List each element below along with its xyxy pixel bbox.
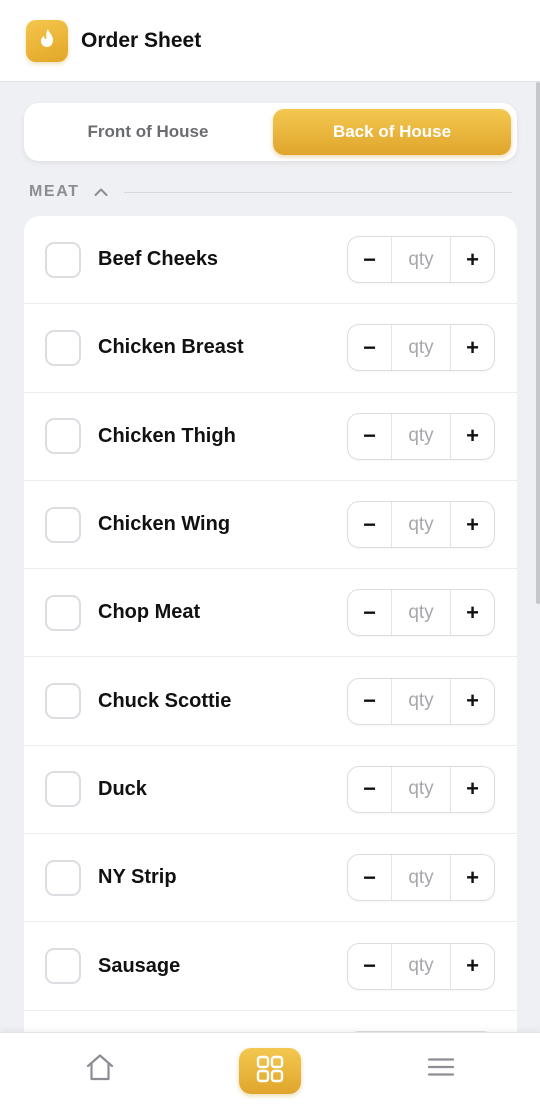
decrement-button[interactable]: −: [348, 237, 391, 282]
qty-input[interactable]: [391, 237, 451, 283]
section-divider: [123, 191, 512, 193]
item-name: Sausage: [98, 954, 181, 977]
item-name: Chicken Wing: [98, 513, 231, 536]
decrement-button[interactable]: −: [348, 502, 391, 547]
increment-button[interactable]: +: [451, 414, 494, 459]
section-header-meat[interactable]: MEAT: [29, 180, 512, 204]
list-item: Beef Cheeks − +: [24, 216, 517, 305]
qty-input[interactable]: [391, 766, 451, 812]
quantity-stepper: − +: [347, 765, 495, 813]
list-item: Duck − +: [24, 746, 517, 835]
increment-button[interactable]: +: [451, 944, 494, 989]
increment-button[interactable]: +: [451, 590, 494, 635]
quantity-stepper: − +: [347, 854, 495, 902]
item-checkbox[interactable]: [45, 594, 81, 631]
item-checkbox[interactable]: [45, 241, 81, 278]
quantity-stepper: − +: [347, 942, 495, 990]
list-item: Chicken Breast − +: [24, 304, 517, 393]
item-checkbox[interactable]: [45, 329, 81, 366]
qty-input[interactable]: [391, 678, 451, 724]
item-name: Duck: [98, 777, 147, 800]
item-name: Chuck Scottie: [98, 689, 232, 712]
quantity-stepper: − +: [347, 501, 495, 549]
increment-button[interactable]: +: [451, 855, 494, 900]
item-name: Chicken Thigh: [98, 424, 236, 447]
page-title: Order Sheet: [81, 28, 202, 52]
qty-input[interactable]: [391, 855, 451, 901]
item-checkbox[interactable]: [45, 683, 81, 720]
decrement-button[interactable]: −: [348, 590, 391, 635]
decrement-button[interactable]: −: [348, 944, 391, 989]
section-title: MEAT: [29, 183, 80, 200]
list-item: Sausage − +: [24, 922, 517, 1011]
nav-home-button[interactable]: [78, 1051, 122, 1087]
increment-button[interactable]: +: [451, 767, 494, 812]
tab-front-of-house[interactable]: Front of House: [30, 109, 266, 155]
increment-button[interactable]: +: [451, 679, 494, 724]
location-toggle: Front of House Back of House: [24, 103, 517, 161]
increment-button[interactable]: +: [451, 502, 494, 547]
decrement-button[interactable]: −: [348, 414, 391, 459]
flame-icon: [37, 27, 57, 54]
item-name: Chicken Breast: [98, 336, 244, 359]
quantity-stepper: − +: [347, 677, 495, 725]
item-checkbox[interactable]: [45, 859, 81, 896]
item-name: NY Strip: [98, 866, 177, 889]
decrement-button[interactable]: −: [348, 855, 391, 900]
decrement-button[interactable]: −: [348, 679, 391, 724]
list-item: Chicken Wing − +: [24, 481, 517, 570]
item-list: Beef Cheeks − + Chicken Breast − + Chick…: [24, 216, 517, 1104]
quantity-stepper: − +: [347, 324, 495, 372]
app-header: Order Sheet: [0, 0, 540, 82]
nav-grid-button[interactable]: [239, 1048, 301, 1094]
nav-menu-button[interactable]: [418, 1051, 464, 1087]
chevron-up-icon: [94, 187, 108, 197]
scrollbar[interactable]: [536, 82, 540, 604]
grid-icon: [256, 1055, 284, 1088]
menu-icon: [427, 1057, 455, 1082]
item-name: Chop Meat: [98, 601, 201, 624]
qty-input[interactable]: [391, 325, 451, 371]
increment-button[interactable]: +: [451, 325, 494, 370]
decrement-button[interactable]: −: [348, 767, 391, 812]
item-checkbox[interactable]: [45, 771, 81, 808]
quantity-stepper: − +: [347, 589, 495, 637]
item-checkbox[interactable]: [45, 418, 81, 455]
item-name: Beef Cheeks: [98, 248, 219, 271]
app-logo: [26, 19, 68, 62]
quantity-stepper: − +: [347, 236, 495, 284]
tab-back-of-house[interactable]: Back of House: [273, 109, 511, 155]
list-item: Chicken Thigh − +: [24, 393, 517, 481]
bottom-nav: [0, 1032, 540, 1104]
item-checkbox[interactable]: [45, 506, 81, 543]
decrement-button[interactable]: −: [348, 325, 391, 370]
qty-input[interactable]: [391, 590, 451, 636]
increment-button[interactable]: +: [451, 237, 494, 282]
qty-input[interactable]: [391, 502, 451, 548]
list-item: Chop Meat − +: [24, 569, 517, 658]
quantity-stepper: − +: [347, 412, 495, 460]
list-item: NY Strip − +: [24, 834, 517, 923]
list-item: Chuck Scottie − +: [24, 657, 517, 746]
qty-input[interactable]: [391, 943, 451, 989]
home-icon: [85, 1053, 115, 1086]
item-checkbox[interactable]: [45, 948, 81, 985]
qty-input[interactable]: [391, 413, 451, 459]
